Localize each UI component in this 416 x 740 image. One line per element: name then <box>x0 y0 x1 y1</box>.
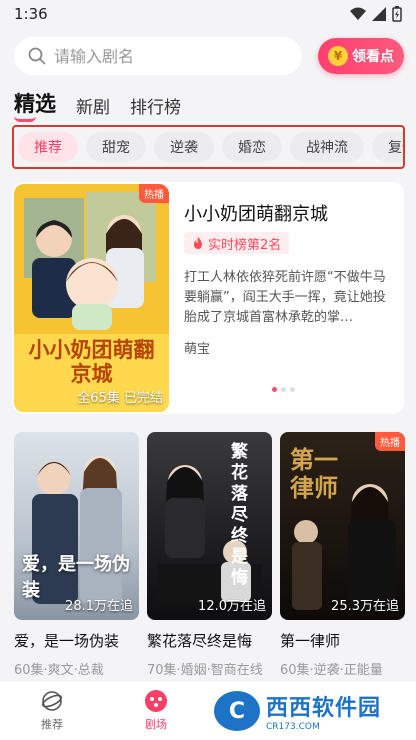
genre-chip-recommend[interactable]: 推荐 <box>18 132 78 162</box>
tab-new[interactable]: 新剧 <box>76 93 110 118</box>
carousel-dot[interactable] <box>272 387 277 392</box>
search-row: ¥ 领看点 <box>14 36 404 76</box>
featured-title[interactable]: 小小奶团萌翻京城 <box>184 200 328 226</box>
signal-icon <box>372 7 386 21</box>
drama-card[interactable]: 爱，是一场伪装 28.1万在追 爱，是一场伪装 60集·爽文·总裁 <box>14 432 139 678</box>
status-bar: 1:36 <box>0 0 416 28</box>
reward-button-label: 领看点 <box>352 49 394 65</box>
rank-text: 实时榜第2名 <box>208 237 282 253</box>
drama-poster[interactable]: 爱，是一场伪装 28.1万在追 <box>14 432 139 620</box>
drama-meta: 60集·逆袭·正能量 <box>280 663 383 678</box>
watermark-sub: CR173.COM <box>266 722 320 732</box>
watermark-logo: C <box>214 691 260 731</box>
watermark: C 西西软件园 CR173.COM <box>214 688 410 734</box>
carousel-dot[interactable] <box>290 387 295 392</box>
watermark-main: 西西软件园 <box>266 696 382 721</box>
active-tab-indicator <box>14 116 36 122</box>
search-box[interactable] <box>14 37 302 75</box>
completion-status: 已完结 <box>123 391 163 406</box>
status-time: 1:36 <box>14 5 48 23</box>
featured-poster-title: 小小奶团萌翻京城 <box>28 338 155 386</box>
drama-title[interactable]: 爱，是一场伪装 <box>14 630 139 651</box>
drama-poster[interactable]: 繁花落尽终是悔 12.0万在追 <box>147 432 272 620</box>
rank-badge: 实时榜第2名 <box>184 232 290 254</box>
reward-button[interactable]: ¥ 领看点 <box>318 38 404 74</box>
drama-title[interactable]: 繁花落尽终是悔 <box>147 630 272 651</box>
genre-filter-bar: 推荐 甜宠 逆袭 婚恋 战神流 复仇 <box>12 125 405 169</box>
search-icon <box>28 47 46 65</box>
genre-chip-war-god[interactable]: 战神流 <box>290 132 364 162</box>
featured-tag: 萌宝 <box>184 342 211 357</box>
carousel-dot[interactable] <box>281 387 286 392</box>
top-tabs: 精选 新剧 排行榜 <box>14 88 181 118</box>
featured-card[interactable]: 小小奶团萌翻京城 热播 全65集 已完结 小小奶团萌翻京城 实时榜第2名 打工人… <box>12 182 404 414</box>
nav-recommend[interactable]: 推荐 <box>0 681 104 740</box>
nav-theater-label: 剧场 <box>145 718 167 731</box>
drama-card[interactable]: 繁花落尽终是悔 12.0万在追 繁花落尽终是悔 70集·婚姻·智商在线 <box>147 432 272 678</box>
orbit-icon <box>40 689 64 713</box>
fire-icon <box>194 236 202 249</box>
hot-badge: 热播 <box>139 184 169 203</box>
drama-meta: 70集·婚姻·智商在线 <box>147 663 263 678</box>
drama-poster-title: 繁花落尽终是悔 <box>231 442 248 588</box>
tab-selected[interactable]: 精选 <box>14 88 56 118</box>
genre-chip-revenge[interactable]: 复仇 <box>372 132 403 162</box>
drama-title[interactable]: 第一律师 <box>280 630 405 651</box>
episode-count: 全65集 <box>77 391 120 406</box>
carousel-dots <box>272 387 295 392</box>
featured-poster[interactable]: 小小奶团萌翻京城 热播 全65集 已完结 <box>14 184 169 412</box>
drama-poster[interactable]: 第一律师 热播 25.3万在追 <box>280 432 405 620</box>
nav-theater[interactable]: 剧场 <box>104 681 208 740</box>
follow-count: 25.3万在追 <box>331 599 399 614</box>
follow-count: 12.0万在追 <box>198 599 266 614</box>
genre-chip-comeback[interactable]: 逆袭 <box>154 132 214 162</box>
coin-icon: ¥ <box>328 46 348 66</box>
genre-chip-sweet[interactable]: 甜宠 <box>86 132 146 162</box>
featured-description: 打工人林依依猝死前许愿“不做牛马要躺赢”，阎王大手一挥，竟让她投胎成了京城首富林… <box>184 270 386 325</box>
hot-badge: 热播 <box>375 432 405 451</box>
drama-poster-title: 第一律师 <box>290 446 338 502</box>
battery-icon <box>392 6 402 22</box>
drama-meta: 60集·爽文·总裁 <box>14 663 104 678</box>
drama-grid: 爱，是一场伪装 28.1万在追 爱，是一场伪装 60集·爽文·总裁 繁花落尽终是… <box>14 432 405 678</box>
episode-status: 全65集 已完结 <box>77 387 163 406</box>
wifi-icon <box>350 7 366 20</box>
drama-card[interactable]: 第一律师 热播 25.3万在追 第一律师 60集·逆袭·正能量 <box>280 432 405 678</box>
status-icons <box>350 6 402 22</box>
nav-recommend-label: 推荐 <box>41 718 63 731</box>
theater-icon <box>144 689 168 713</box>
search-input[interactable] <box>54 46 274 66</box>
tab-ranking[interactable]: 排行榜 <box>130 93 181 118</box>
watermark-text: 西西软件园 CR173.COM <box>266 690 381 732</box>
genre-chip-romance[interactable]: 婚恋 <box>222 132 282 162</box>
follow-count: 28.1万在追 <box>65 599 133 614</box>
